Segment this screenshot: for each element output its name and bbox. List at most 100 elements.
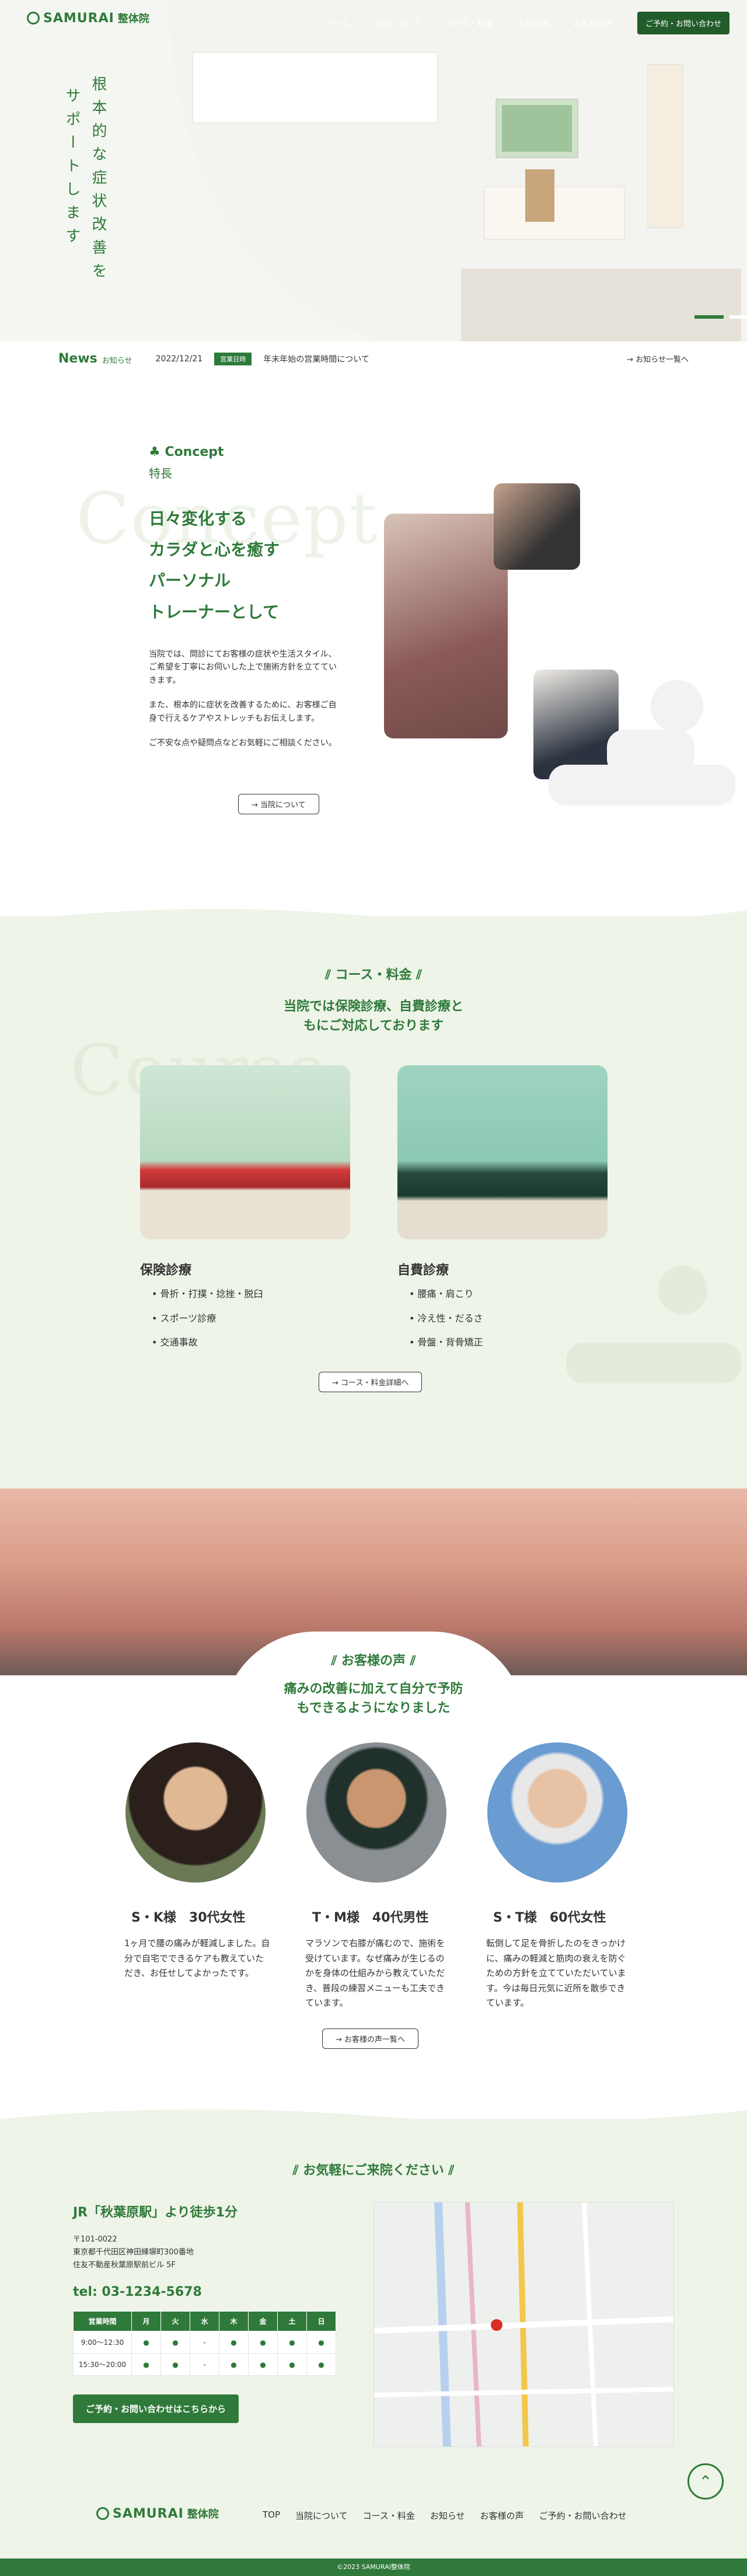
about-button[interactable]: → 当院について bbox=[238, 794, 319, 814]
concept-paragraph: ご不安な点や疑問点などお気軽にご相談ください。 bbox=[149, 738, 337, 748]
access-address: 〒101-0022 東京都千代田区神田練塀町300番地 住友不動産秋葉原駅前ビル… bbox=[73, 2233, 353, 2272]
insurance-title: 保険診療 bbox=[140, 1263, 192, 1278]
news-heading: News bbox=[58, 351, 97, 366]
table-header: 月 bbox=[131, 2311, 161, 2332]
voice-section: ⫽ お客様の声 ⫽ 痛みの改善に加えて自分で予防 もできるようになりました S・K… bbox=[0, 1632, 747, 2116]
logo-suffix: 整体院 bbox=[187, 2508, 219, 2521]
course-subtitle-line: 当院では保険診療、自費診療と bbox=[283, 999, 463, 1014]
site-logo[interactable]: SAMURAI 整体院 bbox=[27, 11, 149, 26]
insurance-block: 保険診療 骨折・打撲・捻挫・脱臼 スポーツ診療 交通事故 bbox=[140, 1260, 263, 1355]
slash-icon: ⫽ bbox=[406, 1654, 416, 1668]
access-title-text: お気軽にご来院ください bbox=[303, 2163, 444, 2178]
voice-subtitle: 痛みの改善に加えて自分で予防 もできるようになりました bbox=[0, 1679, 747, 1718]
nav-about[interactable]: 当院について bbox=[373, 18, 422, 29]
concept-headline-line: カラダと心を癒す bbox=[149, 540, 280, 560]
voice-list-button[interactable]: → お客様の声一覧へ bbox=[322, 2028, 419, 2049]
voice-card: S・K様 30代女性 1ヶ月で腰の痛みが軽減しました。自分で自宅でできるケアも教… bbox=[120, 1742, 271, 1981]
logo-suffix: 整体院 bbox=[117, 13, 149, 25]
list-item: 骨盤・背骨矯正 bbox=[409, 1330, 483, 1355]
table-cell: ● bbox=[219, 2353, 249, 2376]
list-item: 骨折・打撲・捻挫・脱臼 bbox=[152, 1282, 263, 1306]
table-row: 9:00〜12:30 ● ● - ● ● ● ● bbox=[73, 2331, 336, 2354]
footer-nav-contact[interactable]: ご予約・お問い合わせ bbox=[539, 2509, 627, 2522]
table-cell: ● bbox=[277, 2353, 307, 2376]
voice-heading: ⫽ お客様の声 ⫽ 痛みの改善に加えて自分で予防 もできるようになりました bbox=[0, 1650, 747, 1718]
table-cell: ● bbox=[248, 2331, 278, 2354]
footer-nav-course[interactable]: コース・料金 bbox=[363, 2509, 415, 2522]
footer-nav-voice[interactable]: お客様の声 bbox=[480, 2509, 524, 2522]
avatar bbox=[125, 1742, 266, 1883]
voice-subtitle-line: もできるようになりました bbox=[296, 1701, 451, 1716]
concept-headline-line: トレーナーとして bbox=[149, 602, 280, 622]
news-title[interactable]: 年末年始の営業時間について bbox=[263, 353, 369, 365]
slash-icon: ⫽ bbox=[325, 968, 336, 982]
table-row: 15:30〜20:00 ● ● - ● ● ● ● bbox=[73, 2353, 336, 2376]
access-section: ⫽ お気軽にご来院ください ⫽ JR「秋葉原駅」より徒歩1分 〒101-0022… bbox=[0, 2109, 747, 2576]
table-cell: ● bbox=[160, 2331, 190, 2354]
avatar bbox=[306, 1742, 446, 1883]
course-subtitle: 当院では保険診療、自費診療と もにご対応しております bbox=[0, 997, 747, 1036]
private-block: 自費診療 腰痛・肩こり 冷え性・だるさ 骨盤・背骨矯正 bbox=[397, 1260, 483, 1355]
insurance-list: 骨折・打撲・捻挫・脱臼 スポーツ診療 交通事故 bbox=[140, 1282, 263, 1355]
table-header: 金 bbox=[248, 2311, 278, 2332]
slash-icon: ⫽ bbox=[444, 2163, 455, 2178]
concept-body: 当院では、問診にてお客様の症状や生活スタイル、ご希望を丁寧にお伺いした上で施術方… bbox=[149, 648, 341, 750]
voice-name: S・K様 30代女性 bbox=[131, 1911, 246, 1925]
voice-text: マラソンで右膝が痛むので、施術を受けています。なぜ痛みが生じるのかを身体の仕組み… bbox=[305, 1938, 445, 2008]
copyright: ©2023 SAMURAI整体院 bbox=[0, 2558, 747, 2576]
course-detail-button[interactable]: → コース・料金詳細へ bbox=[319, 1372, 423, 1392]
concept-paragraph: 当院では、問診にてお客様の症状や生活スタイル、ご希望を丁寧にお伺いした上で施術方… bbox=[149, 650, 337, 685]
table-header: 土 bbox=[277, 2311, 307, 2332]
concept-label-jp: 特長 bbox=[149, 466, 172, 480]
nav-home[interactable]: ホーム bbox=[326, 18, 350, 29]
hero-image bbox=[169, 0, 747, 341]
nav-contact-button[interactable]: ご予約・お問い合わせ bbox=[637, 12, 729, 34]
table-header: 日 bbox=[306, 2311, 336, 2332]
access-map[interactable] bbox=[374, 2202, 674, 2447]
footer-logo[interactable]: SAMURAI 整体院 bbox=[96, 2506, 219, 2521]
massage-watermark-icon bbox=[549, 680, 735, 806]
back-to-top-icon[interactable]: ⌃ bbox=[687, 2463, 724, 2500]
access-addr1: 東京都千代田区神田練塀町300番地 bbox=[73, 2248, 194, 2257]
voice-name: S・T様 60代女性 bbox=[493, 1911, 606, 1925]
news-list-link[interactable]: → お知らせ一覧へ bbox=[627, 353, 689, 364]
concept-headline-line: 日々変化する bbox=[149, 509, 247, 528]
table-cell: - bbox=[190, 2331, 219, 2354]
slash-icon: ⫽ bbox=[331, 1654, 341, 1668]
nav-news[interactable]: お知らせ bbox=[517, 18, 550, 29]
nav-course[interactable]: コース・料金 bbox=[445, 18, 494, 29]
course-title: ⫽ コース・料金 ⫽ bbox=[0, 964, 747, 983]
concept-photo-gloves bbox=[494, 483, 580, 570]
table-header: 水 bbox=[190, 2311, 219, 2332]
course-title-text: コース・料金 bbox=[335, 968, 412, 982]
news-tag: 営業日時 bbox=[214, 352, 252, 365]
voice-text: 1ヶ月で腰の痛みが軽減しました。自分で自宅でできるケアも教えていただき、お任せし… bbox=[124, 1938, 270, 1978]
news-date: 2022/12/21 bbox=[155, 354, 203, 364]
global-nav: ホーム 当院について コース・料金 お知らせ お客様の声 ご予約・お問い合わせ bbox=[326, 12, 729, 34]
list-item: 交通事故 bbox=[152, 1330, 263, 1355]
table-row: 営業時間 月 火 水 木 金 土 日 bbox=[73, 2311, 336, 2332]
table-cell: ● bbox=[131, 2331, 161, 2354]
table-cell: 15:30〜20:00 bbox=[73, 2353, 132, 2376]
table-cell: ● bbox=[306, 2331, 336, 2354]
access-zip: 〒101-0022 bbox=[73, 2235, 117, 2244]
nav-voice[interactable]: お客様の声 bbox=[573, 18, 614, 29]
footer-nav-news[interactable]: お知らせ bbox=[430, 2509, 465, 2522]
concept-label-en: Concept bbox=[165, 445, 224, 459]
map-pin-icon bbox=[491, 2319, 502, 2331]
table-cell: ● bbox=[160, 2353, 190, 2376]
footer-nav-top[interactable]: TOP bbox=[263, 2509, 280, 2522]
contact-cta-button[interactable]: ご予約・お問い合わせはこちらから bbox=[73, 2394, 239, 2424]
access-tel[interactable]: tel: 03-1234-5678 bbox=[73, 2285, 353, 2299]
course-subtitle-line: もにご対応しております bbox=[303, 1019, 444, 1033]
table-header: 木 bbox=[219, 2311, 249, 2332]
footer-nav-about[interactable]: 当院について bbox=[295, 2509, 348, 2522]
hero-catch-col1: 根本的な症状改善を bbox=[89, 76, 107, 286]
slash-icon: ⫽ bbox=[411, 968, 422, 982]
table-cell: ● bbox=[277, 2331, 307, 2354]
voice-card: T・M様 40代男性 マラソンで右膝が痛むので、施術を受けています。なぜ痛みが生… bbox=[301, 1742, 452, 2011]
massage-watermark-icon bbox=[566, 1266, 741, 1383]
wave-divider bbox=[0, 2109, 747, 2136]
avatar bbox=[487, 1742, 627, 1883]
news-heading-sub: お知らせ bbox=[102, 357, 132, 365]
